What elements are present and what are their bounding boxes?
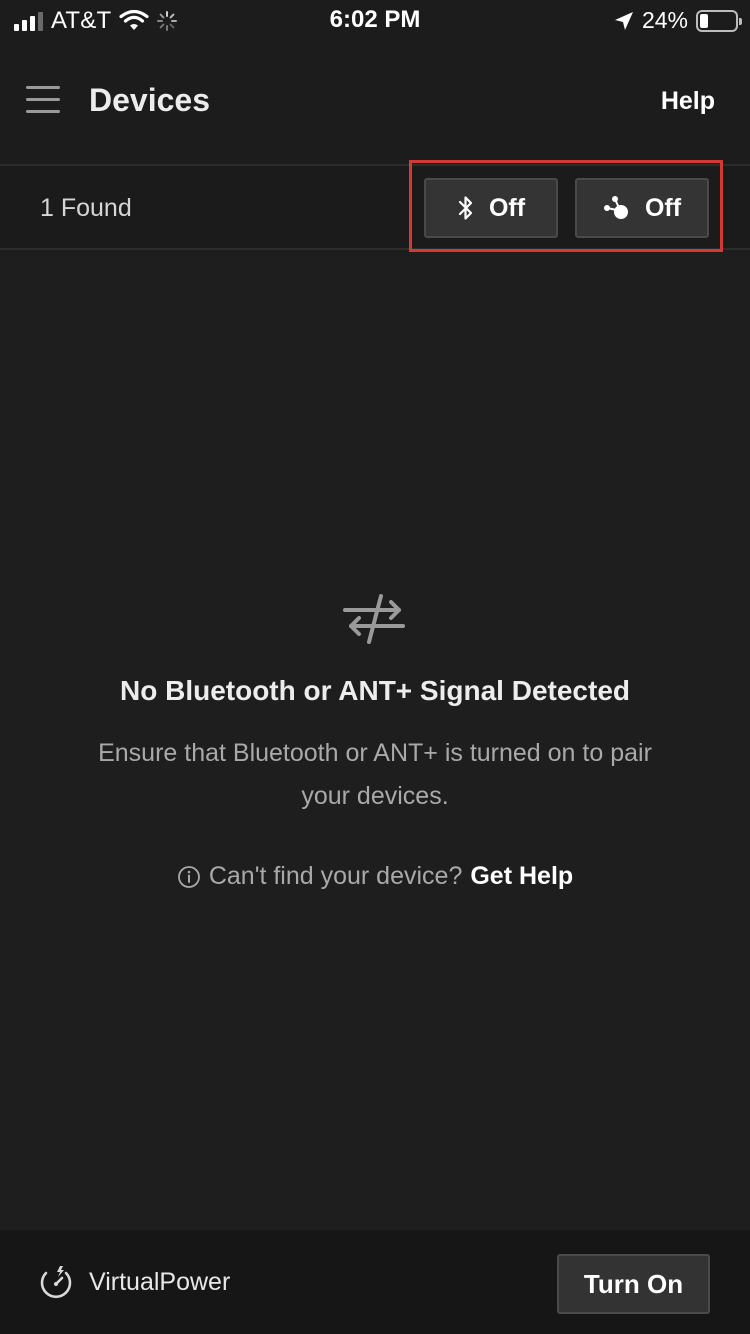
get-help-link[interactable]: Get Help xyxy=(470,862,573,891)
virtualpower-label: VirtualPower xyxy=(89,1268,231,1296)
help-row: Can't find your device? Get Help xyxy=(0,862,750,891)
bluetooth-toggle-button[interactable]: Off xyxy=(424,178,558,238)
found-count: 1 Found xyxy=(40,194,132,222)
ant-plus-icon xyxy=(603,196,628,219)
ant-toggle-button[interactable]: Off xyxy=(575,178,709,238)
transfer-arrows-icon xyxy=(343,594,405,644)
help-question: Can't find your device? xyxy=(208,862,463,890)
virtualpower-icon xyxy=(40,1266,72,1299)
battery-icon xyxy=(696,9,742,32)
ant-toggle-label: Off xyxy=(644,193,682,222)
battery-percent: 24% xyxy=(641,7,688,33)
app-header: Devices Help xyxy=(0,40,750,164)
turn-on-button[interactable]: Turn On xyxy=(557,1254,710,1314)
info-icon xyxy=(177,865,200,888)
bluetooth-toggle-label: Off xyxy=(488,193,526,222)
footer-bar: VirtualPower Turn On xyxy=(0,1230,750,1334)
empty-state-title: No Bluetooth or ANT+ Signal Detected xyxy=(120,675,630,706)
help-link[interactable]: Help xyxy=(661,87,715,116)
devices-screen: AT&T 6:02 PM 24% Devices Help 1 Found Of… xyxy=(0,0,750,1334)
found-bar: 1 Found Off Off xyxy=(0,160,750,252)
status-right: 24% xyxy=(614,7,742,34)
location-arrow-icon xyxy=(614,11,633,30)
battery-level-fill xyxy=(700,13,708,28)
bluetooth-icon xyxy=(458,196,473,220)
hamburger-menu-icon[interactable] xyxy=(26,86,60,114)
empty-state-description: Ensure that Bluetooth or ANT+ is turned … xyxy=(98,739,652,810)
page-title: Devices xyxy=(89,82,210,118)
status-bar: AT&T 6:02 PM 24% xyxy=(0,0,750,40)
